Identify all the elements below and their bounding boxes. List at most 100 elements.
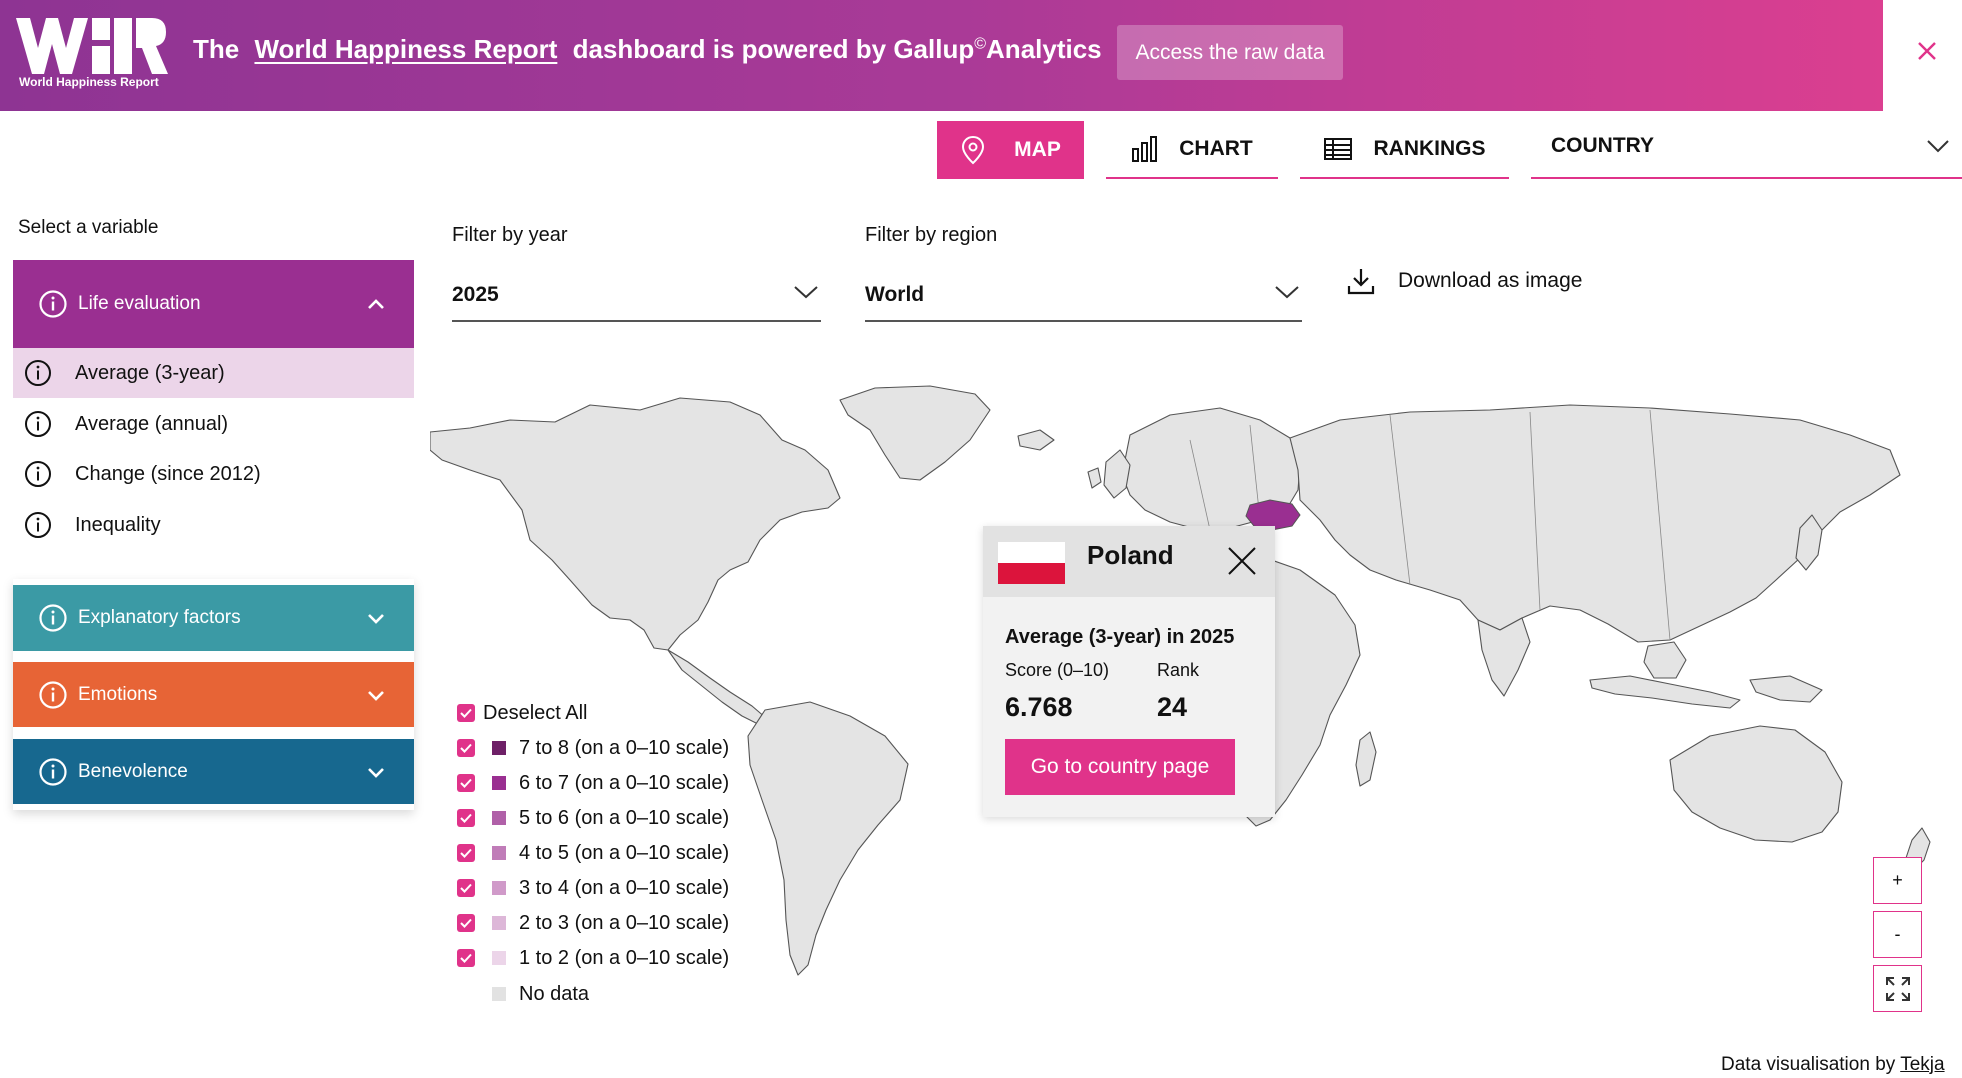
fullscreen-icon	[1885, 976, 1910, 1001]
info-icon[interactable]	[23, 459, 53, 489]
checkbox-checked-icon[interactable]	[457, 914, 475, 932]
select-variable-title: Select a variable	[18, 217, 159, 238]
banner-text: The World Happiness Report dashboard is …	[193, 34, 1102, 65]
map-india	[1477, 617, 1531, 697]
legend-item[interactable]: 3 to 4 (on a 0–10 scale)	[457, 874, 729, 902]
map-greenland	[839, 385, 991, 481]
fullscreen-button[interactable]	[1873, 965, 1922, 1012]
zoom-in-button[interactable]: +	[1873, 857, 1922, 904]
map-indonesia	[1589, 675, 1741, 709]
info-icon[interactable]	[38, 289, 68, 319]
variable-change-since-2012[interactable]: Change (since 2012)	[13, 449, 414, 499]
tab-chart[interactable]: CHART	[1106, 121, 1278, 179]
variable-inequality[interactable]: Inequality	[13, 500, 414, 550]
year-select[interactable]: 2025	[452, 270, 821, 322]
poland-flag-icon	[998, 542, 1065, 584]
map-new-guinea	[1749, 675, 1823, 703]
legend-item[interactable]: 4 to 5 (on a 0–10 scale)	[457, 839, 729, 867]
download-label: Download as image	[1398, 269, 1583, 292]
close-icon[interactable]	[1227, 546, 1257, 576]
legend-item[interactable]: 2 to 3 (on a 0–10 scale)	[457, 909, 729, 937]
table-icon	[1324, 138, 1353, 160]
checkbox-checked-icon[interactable]	[457, 739, 475, 757]
chevron-down-icon	[368, 690, 384, 701]
whr-link[interactable]: World Happiness Report	[254, 34, 557, 64]
zoom-out-button[interactable]: -	[1873, 911, 1922, 958]
go-to-country-page-button[interactable]: Go to country page	[1005, 739, 1235, 795]
logo-caption: World Happiness Report	[19, 75, 159, 89]
rank-value: 24	[1157, 692, 1188, 722]
chevron-down-icon	[1275, 286, 1299, 299]
legend-label: 7 to 8 (on a 0–10 scale)	[519, 736, 730, 759]
info-icon[interactable]	[23, 358, 53, 388]
group-emotions[interactable]: Emotions	[13, 662, 414, 727]
checkbox-checked-icon[interactable]	[457, 704, 475, 722]
legend-label: 3 to 4 (on a 0–10 scale)	[519, 876, 730, 899]
map-madagascar	[1355, 731, 1377, 787]
checkbox-checked-icon[interactable]	[457, 844, 475, 862]
chevron-up-icon	[368, 299, 384, 309]
top-banner: World Happiness Report The World Happine…	[0, 0, 1883, 111]
group-life-evaluation[interactable]: Life evaluation	[13, 260, 414, 348]
legend-item[interactable]: 1 to 2 (on a 0–10 scale)	[457, 944, 729, 972]
map-north-america	[430, 397, 841, 651]
tab-map[interactable]: MAP	[937, 121, 1084, 179]
map-pin-icon	[962, 135, 985, 165]
copyright-symbol: ©	[974, 35, 987, 53]
map-ireland	[1087, 467, 1102, 489]
legend-label: 2 to 3 (on a 0–10 scale)	[519, 911, 730, 934]
checkbox-checked-icon[interactable]	[457, 879, 475, 897]
group-label: Life evaluation	[78, 293, 201, 314]
group-label: Emotions	[78, 683, 158, 705]
legend-swatch	[492, 951, 506, 965]
legend-swatch	[492, 811, 506, 825]
tab-chart-label: CHART	[1179, 137, 1253, 160]
legend-swatch	[492, 881, 506, 895]
info-icon[interactable]	[23, 409, 53, 439]
info-icon[interactable]	[38, 603, 68, 633]
checkbox-checked-icon[interactable]	[457, 949, 475, 967]
info-icon[interactable]	[38, 757, 68, 787]
deselect-all-label: Deselect All	[483, 701, 588, 724]
chevron-down-icon	[368, 614, 384, 624]
banner-prefix: The	[193, 34, 240, 64]
chevron-down-icon	[1927, 140, 1949, 153]
legend-item[interactable]: 5 to 6 (on a 0–10 scale)	[457, 804, 729, 832]
variable-average-annual[interactable]: Average (annual)	[13, 399, 414, 449]
tekja-link[interactable]: Tekja	[1900, 1054, 1944, 1075]
checkbox-checked-icon[interactable]	[457, 809, 475, 827]
map-south-america	[747, 701, 909, 976]
variable-label: Inequality	[75, 513, 161, 536]
download-image-button[interactable]: Download as image	[1346, 266, 1582, 296]
variable-label: Average (3-year)	[75, 361, 225, 384]
info-icon[interactable]	[23, 510, 53, 540]
legend-item-no-data: No data	[475, 980, 589, 1008]
chevron-down-icon	[368, 767, 384, 778]
access-raw-data-button[interactable]: Access the raw data	[1117, 25, 1343, 80]
tab-country-dropdown[interactable]: COUNTRY	[1531, 121, 1962, 179]
popup-header: Poland	[983, 526, 1275, 597]
variable-average-3-year[interactable]: Average (3-year)	[13, 348, 414, 398]
group-benevolence[interactable]: Benevolence	[13, 739, 414, 804]
filter-year-label: Filter by year	[452, 224, 568, 246]
group-explanatory-factors[interactable]: Explanatory factors	[13, 585, 414, 651]
rank-label: Rank	[1157, 660, 1200, 680]
chevron-down-icon	[794, 286, 818, 299]
close-icon[interactable]	[1912, 36, 1942, 66]
tab-rankings[interactable]: RANKINGS	[1300, 121, 1509, 179]
banner-suffix: dashboard is powered by Gallup	[572, 34, 975, 64]
score-value: 6.768	[1005, 692, 1073, 722]
filter-region-label: Filter by region	[865, 224, 998, 246]
legend-item[interactable]: 6 to 7 (on a 0–10 scale)	[457, 769, 729, 797]
popup-country-name: Poland	[1087, 540, 1174, 570]
region-select[interactable]: World	[865, 270, 1302, 322]
download-icon	[1347, 269, 1375, 295]
legend-swatch	[492, 916, 506, 930]
deselect-all-checkbox[interactable]: Deselect All	[457, 699, 588, 727]
legend-label: 4 to 5 (on a 0–10 scale)	[519, 841, 730, 864]
checkbox-checked-icon[interactable]	[457, 774, 475, 792]
legend-label: 1 to 2 (on a 0–10 scale)	[519, 946, 730, 969]
info-icon[interactable]	[38, 680, 68, 710]
legend-item[interactable]: 7 to 8 (on a 0–10 scale)	[457, 734, 729, 762]
legend-label: 6 to 7 (on a 0–10 scale)	[519, 771, 730, 794]
